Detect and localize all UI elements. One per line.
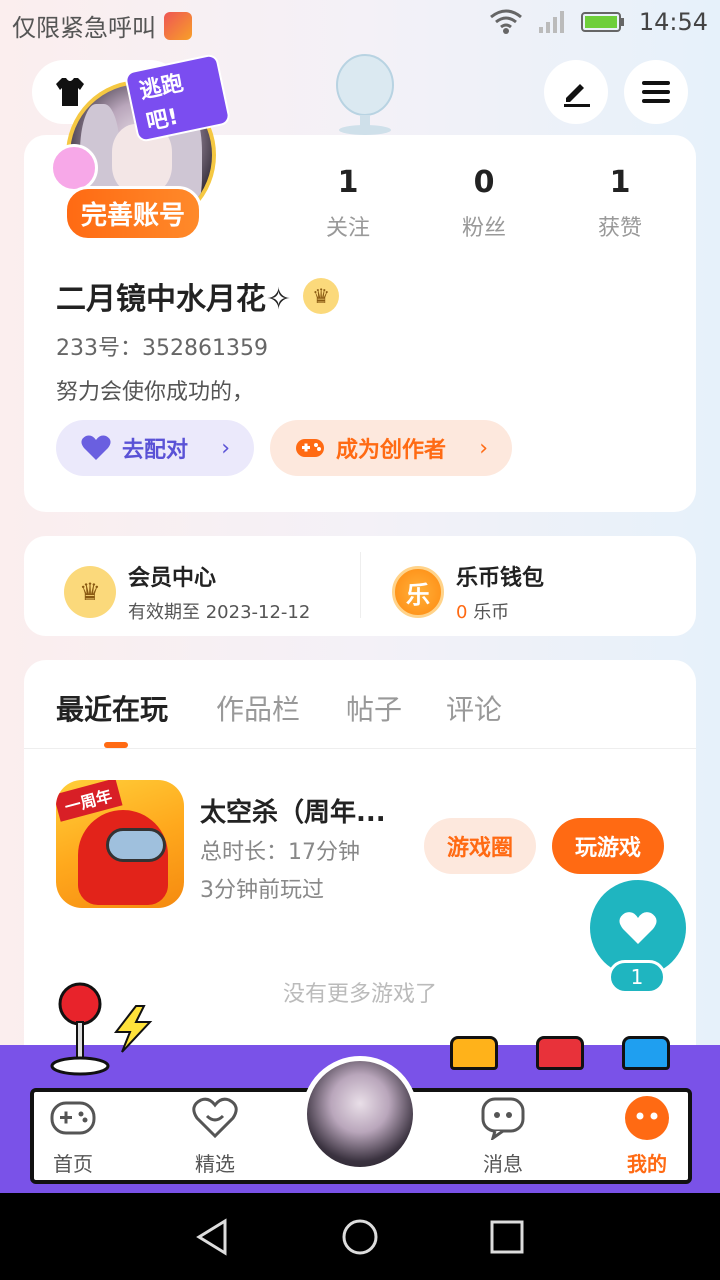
gamepad-icon xyxy=(49,1094,97,1142)
stat-label: 获赞 xyxy=(597,216,642,241)
creator-button-label: 成为创作者 xyxy=(336,438,447,463)
tab-recent-play[interactable]: 最近在玩 xyxy=(56,688,168,728)
stat-value: 1 xyxy=(337,165,359,200)
user-id: 233号：352861359 xyxy=(56,336,268,361)
system-navigation-bar xyxy=(0,1193,720,1280)
nav-center-avatar[interactable] xyxy=(302,1056,418,1172)
nav-featured-label: 精选 xyxy=(195,1152,235,1176)
match-button[interactable]: 去配对 › xyxy=(56,420,254,476)
signal-icon xyxy=(538,11,564,33)
become-creator-button[interactable]: 成为创作者 › xyxy=(270,420,512,476)
avatar-frame-tag: 逃跑吧! xyxy=(123,52,232,144)
menu-button[interactable] xyxy=(624,60,688,124)
play-game-button[interactable]: 玩游戏 xyxy=(552,818,664,874)
tab-posts[interactable]: 帖子 xyxy=(346,688,402,728)
game-circle-button[interactable]: 游戏圈 xyxy=(424,818,536,874)
app-notification-icon xyxy=(164,11,192,40)
nav-home[interactable]: 首页 xyxy=(28,1094,118,1177)
heart-icon xyxy=(81,435,111,460)
joystick-icon xyxy=(50,982,110,1076)
game-title[interactable]: 太空杀（周年... xyxy=(200,792,386,829)
tab-works[interactable]: 作品栏 xyxy=(216,688,300,728)
match-button-label: 去配对 xyxy=(122,438,189,463)
divider xyxy=(360,552,361,618)
back-icon[interactable] xyxy=(193,1217,233,1257)
nav-messages[interactable]: 消息 xyxy=(458,1094,548,1177)
stat-value: 1 xyxy=(609,165,631,200)
stat-label: 关注 xyxy=(325,216,370,241)
status-bar: 仅限紧急呼叫 14:54 xyxy=(0,0,720,50)
nav-messages-label: 消息 xyxy=(483,1152,523,1176)
game-icon[interactable]: 一周年 xyxy=(56,780,184,908)
wifi-icon xyxy=(489,9,522,34)
nav-profile[interactable]: 我的 xyxy=(602,1094,692,1177)
chevron-right-icon: › xyxy=(479,435,488,461)
wallet-entry[interactable]: 乐 乐币钱包 0 乐币 xyxy=(392,560,544,624)
bio: 努力会使你成功的， xyxy=(56,380,255,405)
game-last-played: 3分钟前玩过 xyxy=(200,878,324,903)
clock: 14:54 xyxy=(638,8,708,36)
complete-account-button[interactable]: 完善账号 xyxy=(64,186,203,241)
avatar-area[interactable]: 逃跑吧! 完善账号 xyxy=(50,52,232,247)
home-icon[interactable] xyxy=(340,1217,380,1257)
wallet-title: 乐币钱包 xyxy=(456,566,545,591)
nav-profile-label: 我的 xyxy=(627,1152,667,1176)
heart-icon xyxy=(619,912,657,944)
stat-value: 0 xyxy=(473,165,495,200)
stat-fans[interactable]: 0 粉丝 xyxy=(424,165,544,242)
stat-following[interactable]: 1 关注 xyxy=(288,165,408,242)
like-count-badge: 1 xyxy=(608,960,666,994)
chevron-right-icon: › xyxy=(221,435,230,461)
username: 二月镜中水月花✧ xyxy=(56,282,292,317)
edit-profile-button[interactable] xyxy=(544,60,608,124)
coin-icon: 乐 xyxy=(392,566,444,618)
stat-likes[interactable]: 1 获赞 xyxy=(560,165,680,242)
hamburger-menu-icon xyxy=(642,81,670,103)
arcade-button-yellow-icon xyxy=(450,1036,498,1070)
pen-icon xyxy=(564,84,590,107)
chat-icon xyxy=(479,1094,527,1142)
recents-icon[interactable] xyxy=(487,1217,527,1257)
vip-center-entry[interactable]: ♛ 会员中心 有效期至 2023-12-12 xyxy=(64,560,310,624)
nav-featured[interactable]: 精选 xyxy=(170,1094,260,1177)
crown-icon: ♛ xyxy=(64,566,116,618)
vip-crown-icon[interactable]: ♛ xyxy=(303,278,340,314)
arcade-button-red-icon xyxy=(536,1036,584,1070)
vip-expiry: 有效期至 2023-12-12 xyxy=(128,602,311,623)
profile-face-icon xyxy=(623,1094,671,1142)
divider xyxy=(24,748,696,749)
wallet-balance: 0 乐币 xyxy=(456,598,544,624)
carrier-text: 仅限紧急呼叫 xyxy=(12,14,156,42)
heart-outline-icon xyxy=(191,1094,239,1142)
nav-home-label: 首页 xyxy=(53,1152,93,1176)
tab-comments[interactable]: 评论 xyxy=(446,688,502,728)
username-row: 二月镜中水月花✧ ♛ xyxy=(56,274,340,318)
battery-icon xyxy=(580,12,624,32)
game-controller-icon xyxy=(296,439,324,457)
wallet-unit: 乐币 xyxy=(473,602,510,623)
wallet-amount: 0 xyxy=(456,602,468,623)
lightning-icon xyxy=(113,1005,153,1053)
game-duration: 总时长：17分钟 xyxy=(200,840,360,865)
stat-label: 粉丝 xyxy=(461,216,506,241)
microphone-decoration-icon xyxy=(336,54,394,135)
vip-title: 会员中心 xyxy=(128,566,217,591)
astronaut-decoration-icon xyxy=(50,144,98,192)
arcade-button-blue-icon xyxy=(622,1036,670,1070)
